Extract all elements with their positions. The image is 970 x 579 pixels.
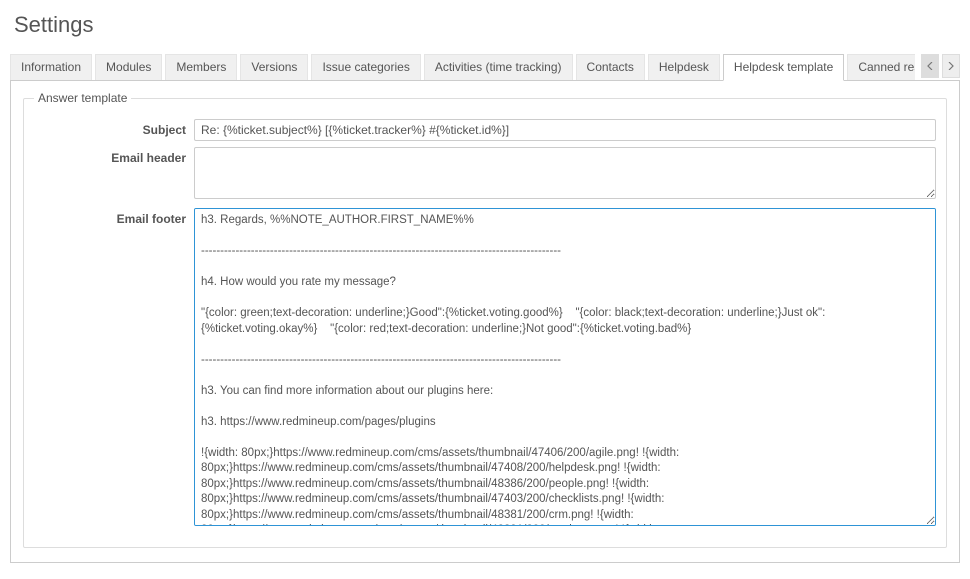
tab-scroll-left[interactable]: [921, 54, 939, 78]
fieldset-legend: Answer template: [34, 91, 131, 105]
tabs-container: Information Modules Members Versions Iss…: [10, 54, 960, 81]
label-subject: Subject: [34, 119, 194, 137]
tab-activities[interactable]: Activities (time tracking): [424, 54, 573, 81]
email-footer-textarea[interactable]: [194, 208, 936, 526]
tab-information[interactable]: Information: [10, 54, 92, 81]
tab-members[interactable]: Members: [165, 54, 237, 81]
row-email-footer: Email footer: [34, 208, 936, 529]
chevron-right-icon: [948, 62, 954, 70]
tab-modules[interactable]: Modules: [95, 54, 162, 81]
tab-scroll-arrows: [921, 54, 960, 81]
subject-input[interactable]: [194, 119, 936, 141]
label-email-header: Email header: [34, 147, 194, 165]
tab-content: Answer template Subject Email header Ema…: [10, 80, 960, 563]
tabs: Information Modules Members Versions Iss…: [10, 54, 915, 81]
tab-canned-responses[interactable]: Canned responses: [847, 54, 915, 81]
page-title: Settings: [14, 12, 960, 38]
label-email-footer: Email footer: [34, 208, 194, 226]
tab-issue-categories[interactable]: Issue categories: [311, 54, 420, 81]
chevron-left-icon: [927, 62, 933, 70]
tab-helpdesk[interactable]: Helpdesk: [648, 54, 720, 81]
email-header-textarea[interactable]: [194, 147, 936, 199]
tab-contacts[interactable]: Contacts: [576, 54, 645, 81]
tab-helpdesk-template[interactable]: Helpdesk template: [723, 54, 844, 81]
tab-scroll-right[interactable]: [942, 54, 960, 78]
row-subject: Subject: [34, 119, 936, 141]
answer-template-fieldset: Answer template Subject Email header Ema…: [23, 91, 947, 548]
row-email-header: Email header: [34, 147, 936, 202]
tab-versions[interactable]: Versions: [240, 54, 308, 81]
